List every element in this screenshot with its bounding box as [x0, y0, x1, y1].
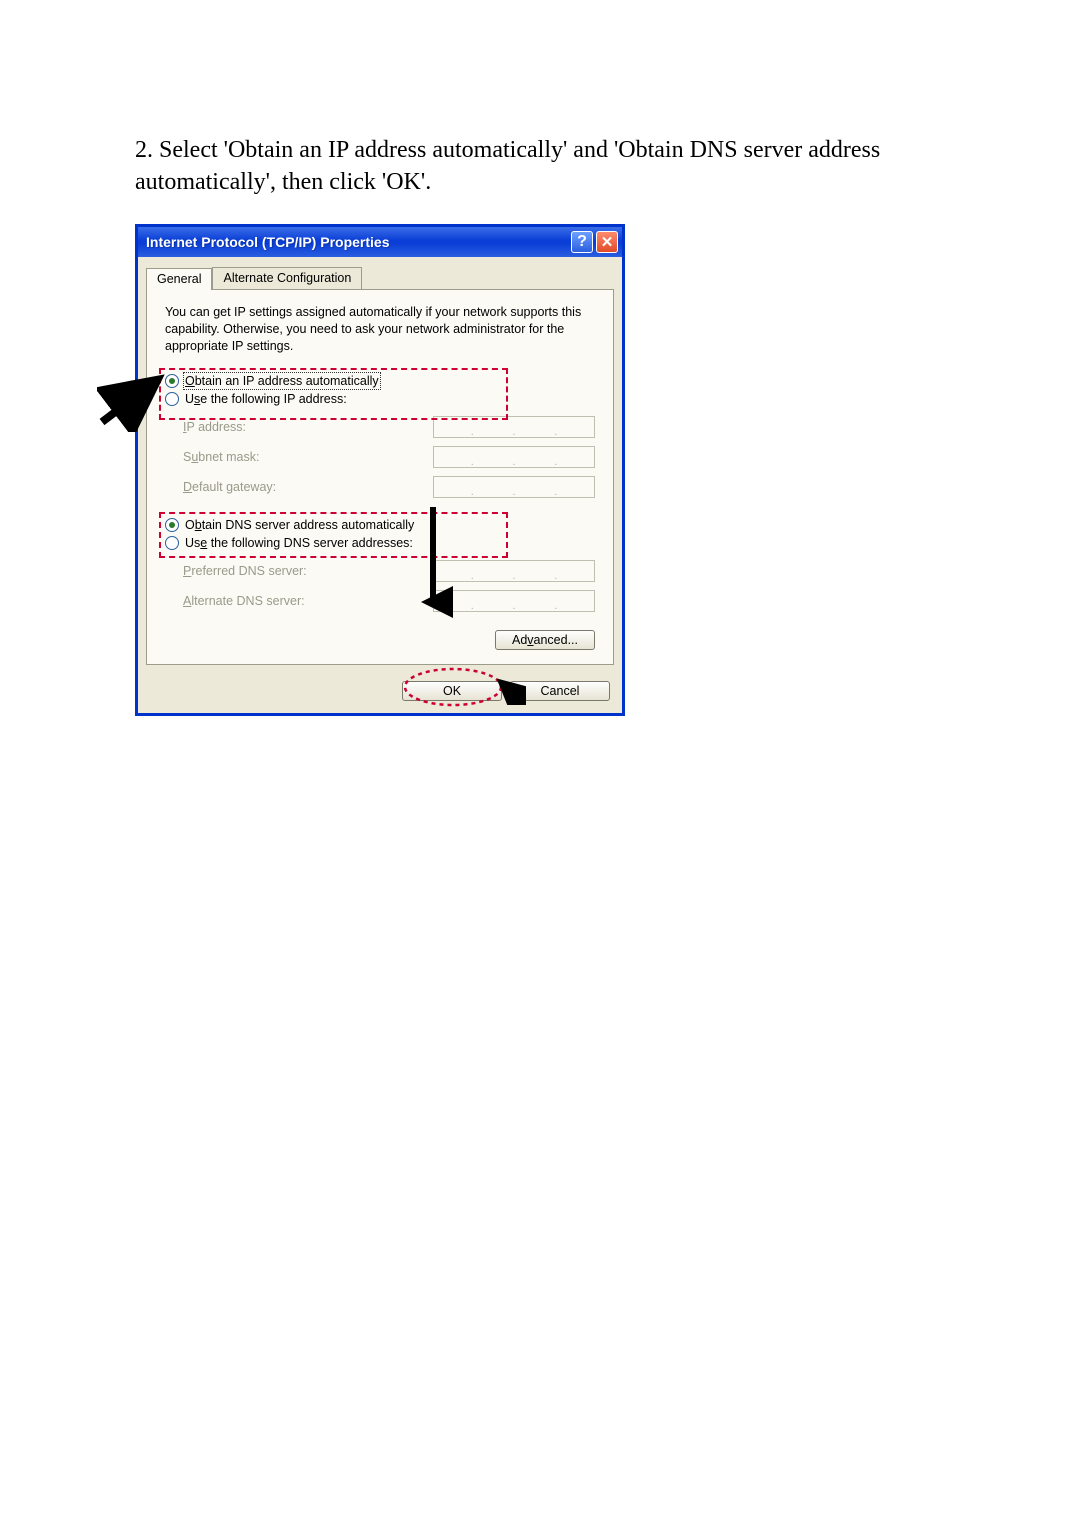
field-preferred-dns: Preferred DNS server: . . . [183, 556, 595, 586]
ip-fields: IP address: . . . Subnet mask: . . . [183, 412, 595, 502]
dialog-buttons: OK Cancel [138, 673, 622, 713]
field-subnet-mask: Subnet mask: . . . [183, 442, 595, 472]
description-text: You can get IP settings assigned automat… [165, 304, 595, 355]
cancel-button[interactable]: Cancel [510, 681, 610, 701]
label-preferred-dns: Preferred DNS server: [183, 564, 307, 578]
titlebar: Internet Protocol (TCP/IP) Properties ? … [138, 227, 622, 257]
advanced-button[interactable]: Advanced... [495, 630, 595, 650]
ok-button[interactable]: OK [402, 681, 502, 701]
tcpip-properties-dialog: Internet Protocol (TCP/IP) Properties ? … [135, 224, 625, 717]
tab-alternate-configuration[interactable]: Alternate Configuration [212, 267, 362, 289]
dns-fields: Preferred DNS server: . . . Alternate DN… [183, 556, 595, 616]
input-preferred-dns: . . . [433, 560, 595, 582]
radio-obtain-dns[interactable]: Obtain DNS server address automatically [165, 516, 595, 534]
input-subnet-mask: . . . [433, 446, 595, 468]
dialog-wrap: Internet Protocol (TCP/IP) Properties ? … [135, 224, 635, 717]
window-title: Internet Protocol (TCP/IP) Properties [146, 234, 389, 250]
radio-obtain-dns-label: Obtain DNS server address automatically [185, 518, 414, 532]
general-panel: You can get IP settings assigned automat… [146, 290, 614, 666]
radio-use-ip[interactable]: Use the following IP address: [165, 390, 595, 408]
radio-use-dns-label: Use the following DNS server addresses: [185, 536, 413, 550]
radio-obtain-ip-label: Obtain an IP address automatically [185, 374, 379, 388]
help-button[interactable]: ? [571, 231, 593, 253]
field-default-gateway: Default gateway: . . . [183, 472, 595, 502]
label-ip-address: IP address: [183, 420, 246, 434]
radio-dot-icon [165, 374, 179, 388]
radio-obtain-ip[interactable]: Obtain an IP address automatically [165, 372, 595, 390]
label-alternate-dns: Alternate DNS server: [183, 594, 305, 608]
advanced-row: Advanced... [165, 630, 595, 650]
document-page: 2. Select 'Obtain an IP address automati… [0, 0, 1080, 1527]
titlebar-buttons: ? ✕ [571, 231, 618, 253]
input-alternate-dns: . . . [433, 590, 595, 612]
radio-use-ip-label: Use the following IP address: [185, 392, 347, 406]
instruction-text: 2. Select 'Obtain an IP address automati… [135, 134, 895, 199]
radio-empty-icon [165, 536, 179, 550]
field-ip-address: IP address: . . . [183, 412, 595, 442]
label-subnet-mask: Subnet mask: [183, 450, 259, 464]
radio-dot-icon [165, 518, 179, 532]
tab-strip: General Alternate Configuration [146, 267, 614, 290]
close-button[interactable]: ✕ [596, 231, 618, 253]
input-ip-address: . . . [433, 416, 595, 438]
tab-general[interactable]: General [146, 268, 212, 290]
radio-use-dns[interactable]: Use the following DNS server addresses: [165, 534, 595, 552]
field-alternate-dns: Alternate DNS server: . . . [183, 586, 595, 616]
radio-empty-icon [165, 392, 179, 406]
input-default-gateway: . . . [433, 476, 595, 498]
label-default-gateway: Default gateway: [183, 480, 276, 494]
